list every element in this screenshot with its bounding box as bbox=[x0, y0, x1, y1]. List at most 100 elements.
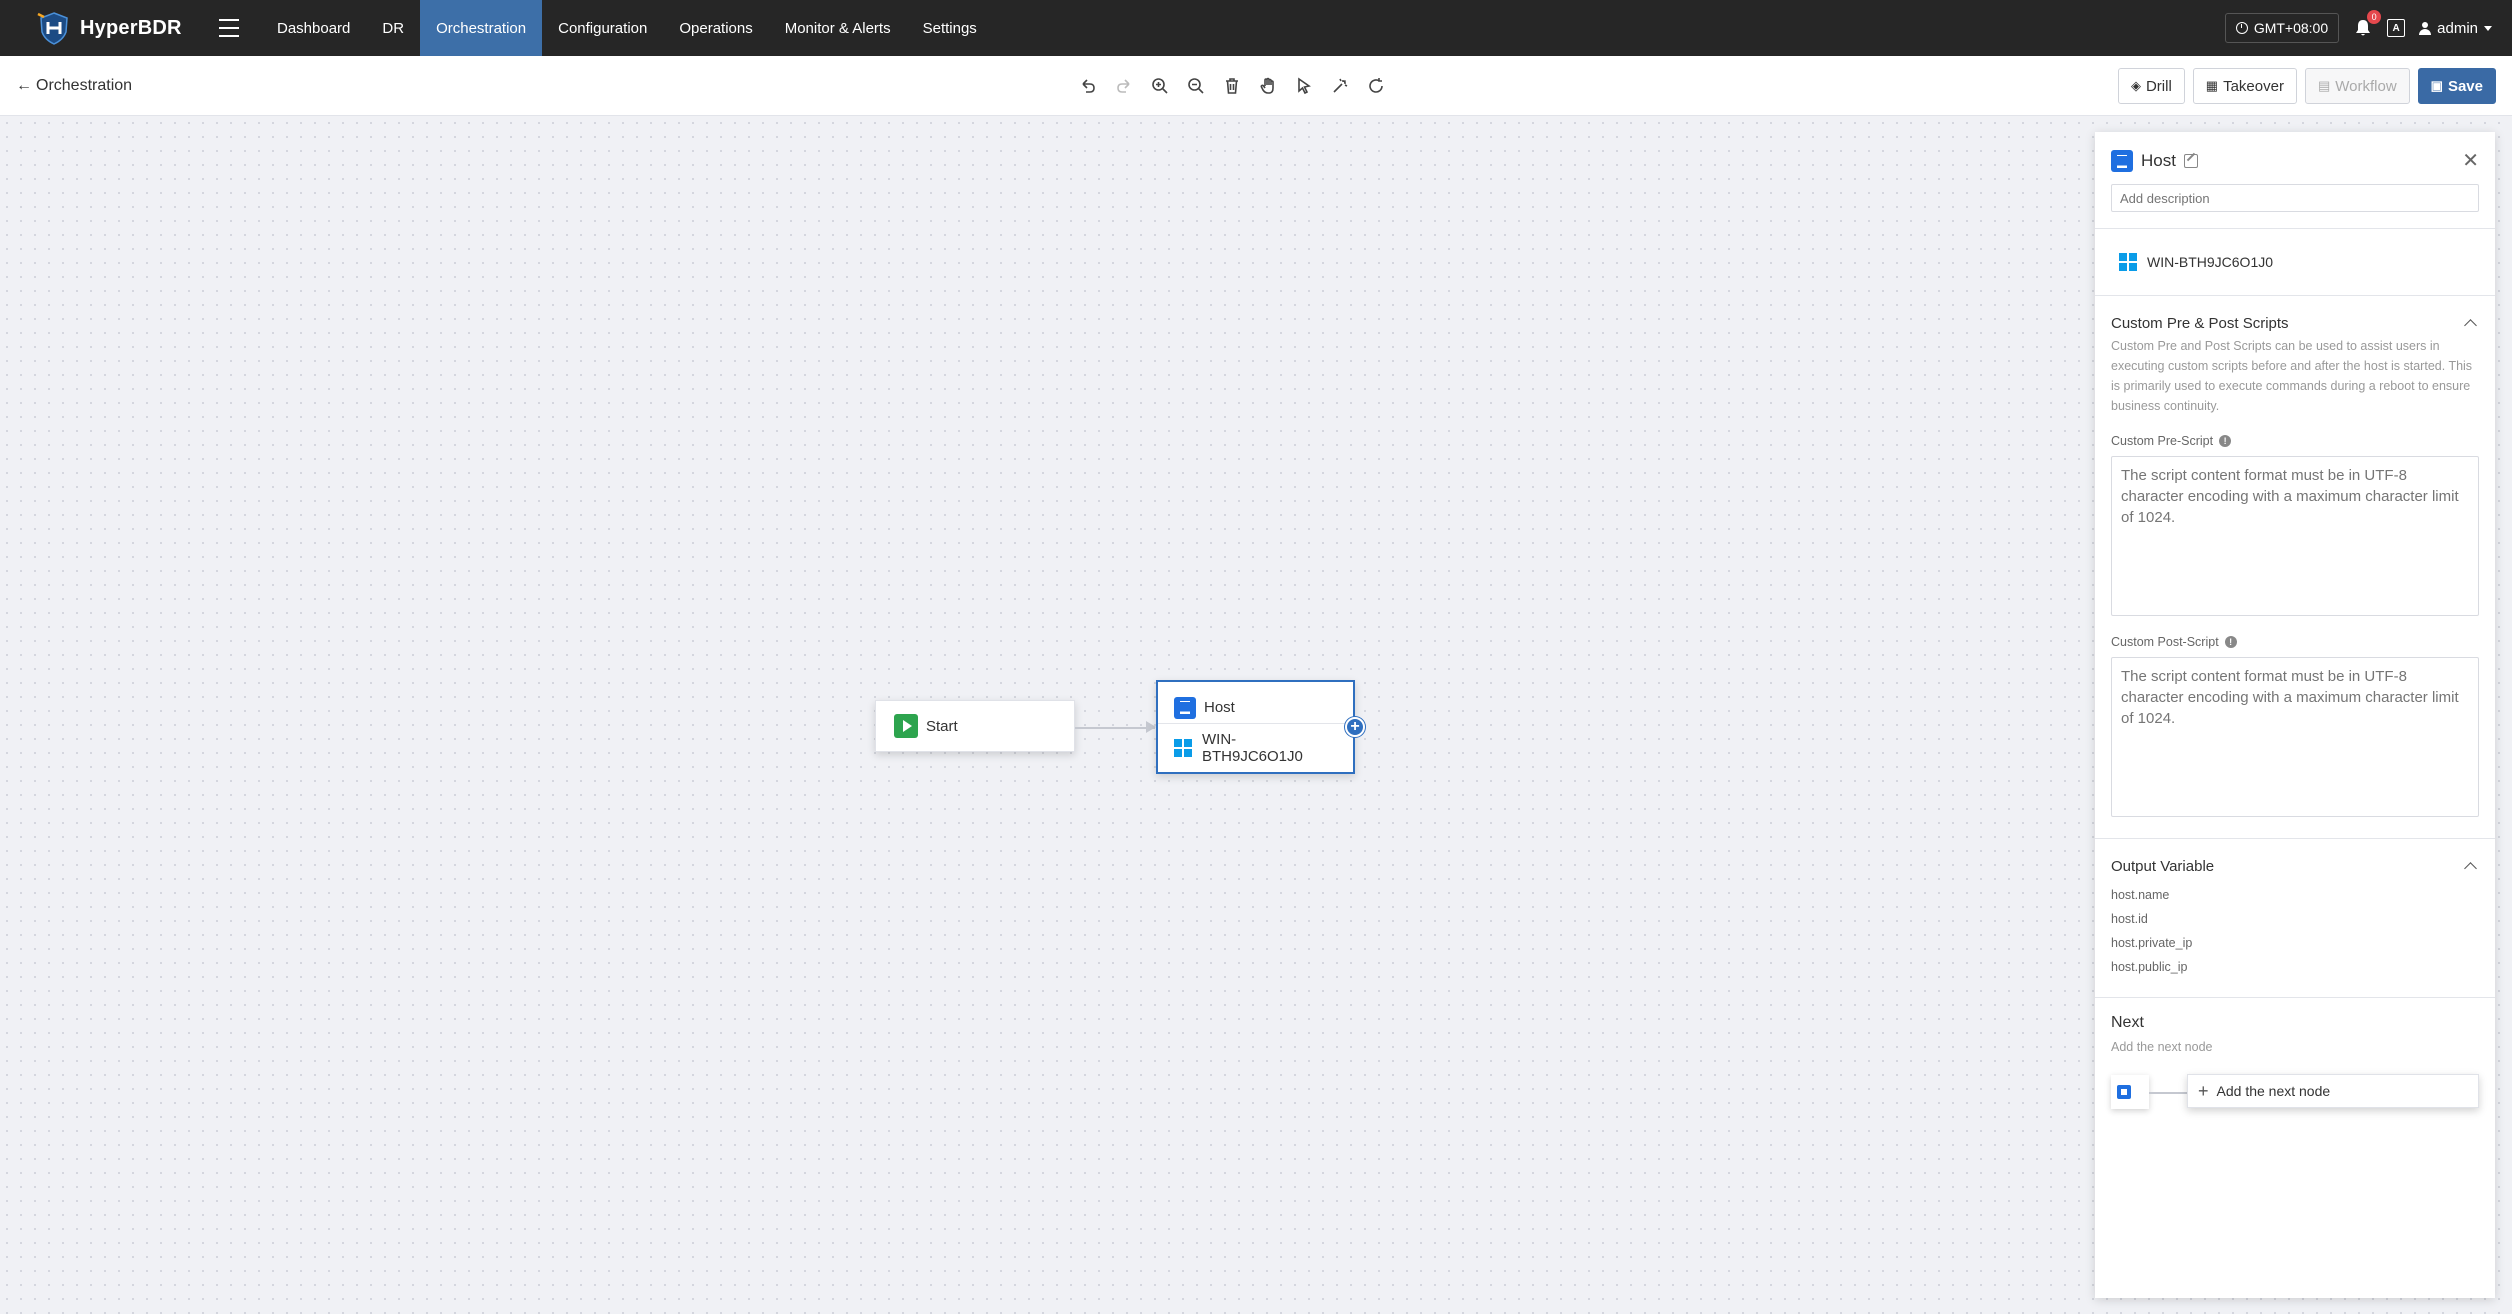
next-node-preview: + Add the next node bbox=[2111, 1064, 2479, 1124]
post-script-textarea[interactable] bbox=[2111, 657, 2479, 817]
main-menu: Dashboard DR Orchestration Configuration… bbox=[261, 0, 993, 56]
panel-header: Host ✕ bbox=[2095, 132, 2495, 212]
timezone-label: GMT+08:00 bbox=[2253, 20, 2329, 36]
edit-icon[interactable] bbox=[2183, 154, 2198, 168]
takeover-label: Takeover bbox=[2223, 77, 2284, 95]
canvas-tools bbox=[1076, 74, 1388, 98]
nav-dashboard[interactable]: Dashboard bbox=[261, 0, 366, 56]
user-icon bbox=[2419, 21, 2432, 35]
delete-icon[interactable] bbox=[1220, 74, 1244, 98]
connector-arrow bbox=[1146, 721, 1156, 733]
output-section-title: Output Variable bbox=[2111, 857, 2215, 875]
save-button[interactable]: ▣ Save bbox=[2417, 68, 2496, 104]
zoom-in-icon[interactable] bbox=[1148, 74, 1172, 98]
app-name: HyperBDR bbox=[80, 16, 182, 39]
hamburger-menu-icon[interactable] bbox=[219, 19, 239, 37]
description-input[interactable] bbox=[2111, 184, 2479, 212]
plus-icon: + bbox=[2198, 1081, 2209, 1101]
chevron-up-icon bbox=[2464, 862, 2477, 875]
play-icon bbox=[894, 714, 918, 738]
connector-edge bbox=[1075, 727, 1155, 729]
add-node-handle[interactable]: + bbox=[1345, 717, 1365, 737]
output-variable-list: host.name host.id host.private_ip host.p… bbox=[2111, 883, 2479, 997]
workflow-label: Workflow bbox=[2335, 77, 2397, 95]
pre-script-label-text: Custom Pre-Script bbox=[2111, 434, 2214, 448]
workflow-button[interactable]: ▤ Workflow bbox=[2304, 68, 2410, 104]
back-link[interactable]: ← Orchestration bbox=[16, 77, 132, 95]
host-node-title: Host bbox=[1204, 699, 1235, 716]
host-icon bbox=[1174, 696, 1196, 719]
chevron-down-icon bbox=[2484, 25, 2492, 31]
notification-count: 0 bbox=[2367, 10, 2382, 24]
editor-toolbar: ← Orchestration ◈ Drill ▦ Takeover ▤ Workfl… bbox=[0, 56, 2512, 116]
info-icon[interactable]: ! bbox=[2219, 435, 2232, 447]
list-item: host.private_ip bbox=[2111, 936, 2193, 950]
user-menu[interactable]: admin bbox=[2419, 20, 2492, 37]
top-nav-bar: HyperBDR Dashboard DR Orchestration Conf… bbox=[0, 0, 2512, 56]
nav-dr[interactable]: DR bbox=[366, 0, 420, 56]
drill-label: Drill bbox=[2145, 77, 2172, 95]
auto-layout-icon[interactable] bbox=[1328, 74, 1352, 98]
add-next-node-label: Add the next node bbox=[2216, 1083, 2331, 1099]
current-node-mini bbox=[2111, 1075, 2149, 1109]
windows-icon bbox=[2119, 253, 2137, 271]
back-arrow-icon: ← bbox=[16, 76, 32, 94]
takeover-button[interactable]: ▦ Takeover bbox=[2192, 68, 2297, 104]
host-icon bbox=[2111, 150, 2133, 172]
nav-monitor-alerts[interactable]: Monitor & Alerts bbox=[769, 0, 907, 56]
timezone-badge[interactable]: GMT+08:00 bbox=[2224, 13, 2340, 43]
back-label: Orchestration bbox=[36, 76, 133, 94]
windows-icon bbox=[1174, 739, 1192, 757]
panel-host-row: WIN-BTH9JC6O1J0 bbox=[2095, 229, 2495, 295]
drill-icon: ◈ bbox=[2130, 78, 2141, 93]
redo-icon[interactable] bbox=[1112, 74, 1136, 98]
list-item: host.id bbox=[2111, 912, 2148, 926]
save-label: Save bbox=[2447, 77, 2483, 95]
language-icon[interactable]: A bbox=[2387, 19, 2406, 37]
save-icon: ▣ bbox=[2430, 78, 2443, 93]
scripts-section-title: Custom Pre & Post Scripts bbox=[2111, 314, 2289, 332]
host-node-header: Host bbox=[1158, 682, 1353, 724]
pan-hand-icon[interactable] bbox=[1256, 74, 1280, 98]
host-node[interactable]: Host WIN-BTH9JC6O1J0 + bbox=[1156, 680, 1365, 774]
drill-button[interactable]: ◈ Drill bbox=[2117, 68, 2185, 104]
undo-icon[interactable] bbox=[1076, 74, 1100, 98]
add-next-node-button[interactable]: + Add the next node bbox=[2187, 1074, 2479, 1108]
app-logo[interactable]: HyperBDR bbox=[36, 10, 201, 46]
host-node-name: WIN-BTH9JC6O1J0 bbox=[1202, 731, 1303, 765]
nav-settings[interactable]: Settings bbox=[907, 0, 993, 56]
start-node-label: Start bbox=[926, 717, 958, 735]
info-icon[interactable]: ! bbox=[2224, 636, 2237, 648]
panel-title: Host bbox=[2141, 151, 2176, 170]
pre-script-textarea[interactable] bbox=[2111, 456, 2479, 616]
next-section: Next Add the next node + Add the next no… bbox=[2095, 997, 2495, 1124]
host-icon bbox=[2117, 1085, 2131, 1099]
nav-operations[interactable]: Operations bbox=[663, 0, 768, 56]
zoom-out-icon[interactable] bbox=[1184, 74, 1208, 98]
refresh-icon[interactable] bbox=[1364, 74, 1388, 98]
list-item: host.name bbox=[2111, 888, 2170, 902]
select-pointer-icon[interactable] bbox=[1292, 74, 1316, 98]
start-node[interactable]: Start bbox=[875, 700, 1075, 752]
scripts-description: Custom Pre and Post Scripts can be used … bbox=[2111, 339, 2473, 413]
top-right-controls: GMT+08:00 0 A admin bbox=[2224, 10, 2492, 43]
panel-host-name: WIN-BTH9JC6O1J0 bbox=[2147, 254, 2274, 270]
toolbar-actions: ◈ Drill ▦ Takeover ▤ Workflow ▣ Save bbox=[2117, 68, 2496, 104]
nav-orchestration[interactable]: Orchestration bbox=[420, 0, 543, 56]
node-properties-panel: Host ✕ WIN-BTH9JC6O1J0 Custom Pre & Post… bbox=[2095, 132, 2495, 1298]
scripts-section: Custom Pre & Post Scripts Custom Pre and… bbox=[2095, 295, 2495, 838]
next-section-title: Next bbox=[2111, 1014, 2144, 1031]
output-variable-section: Output Variable host.name host.id host.p… bbox=[2095, 838, 2495, 997]
nav-configuration[interactable]: Configuration bbox=[542, 0, 663, 56]
user-name: admin bbox=[2437, 19, 2478, 37]
chevron-up-icon bbox=[2464, 319, 2477, 332]
connector-edge bbox=[2149, 1092, 2191, 1094]
host-node-body: WIN-BTH9JC6O1J0 bbox=[1158, 724, 1353, 772]
close-icon[interactable]: ✕ bbox=[2462, 151, 2479, 171]
notification-bell[interactable]: 0 bbox=[2353, 10, 2382, 38]
workflow-icon: ▤ bbox=[2317, 78, 2331, 93]
list-item: host.public_ip bbox=[2111, 960, 2188, 974]
next-section-subtitle: Add the next node bbox=[2111, 1040, 2213, 1054]
pre-script-label: Custom Pre-Script ! bbox=[2111, 434, 2479, 448]
shield-logo-icon bbox=[37, 12, 68, 45]
